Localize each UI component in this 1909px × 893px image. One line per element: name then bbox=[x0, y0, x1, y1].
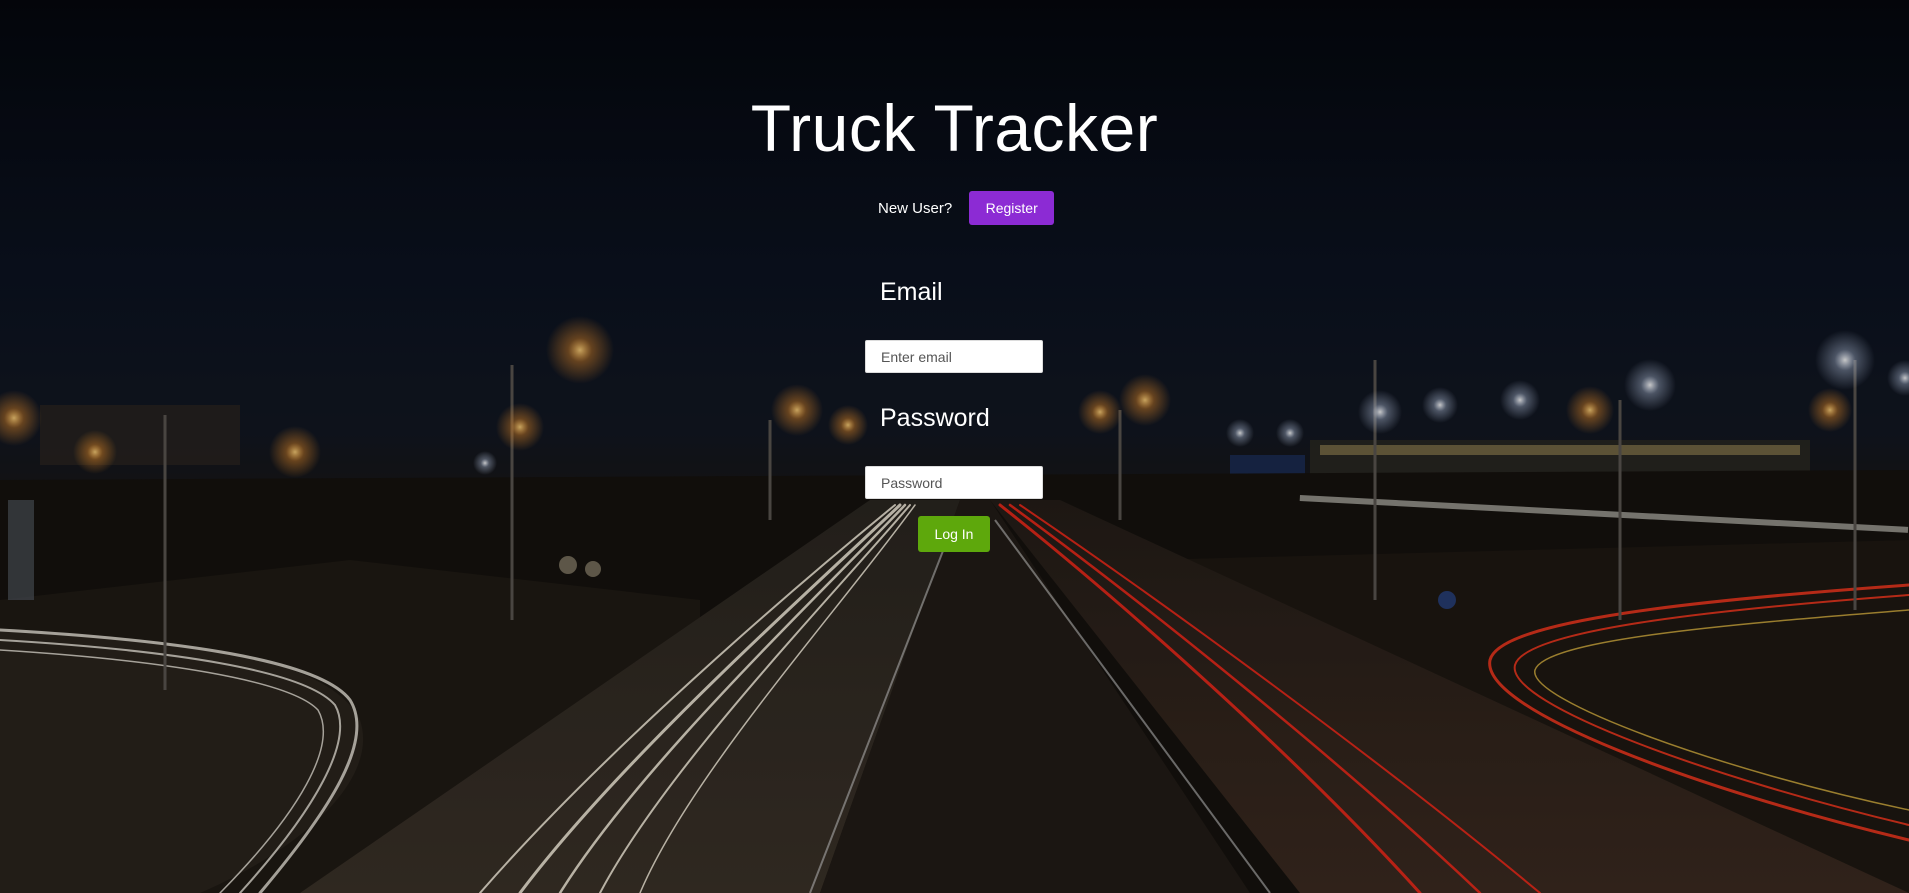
email-field[interactable] bbox=[865, 340, 1043, 373]
register-button[interactable]: Register bbox=[969, 191, 1055, 225]
password-label: Password bbox=[880, 404, 990, 432]
login-page: Truck Tracker New User? Register Email P… bbox=[0, 0, 1909, 893]
register-row: New User? Register bbox=[878, 191, 1055, 225]
login-button[interactable]: Log In bbox=[918, 516, 990, 552]
password-field[interactable] bbox=[865, 466, 1043, 499]
page-title: Truck Tracker bbox=[750, 91, 1159, 165]
new-user-text: New User? bbox=[878, 199, 953, 217]
email-label: Email bbox=[880, 278, 943, 306]
